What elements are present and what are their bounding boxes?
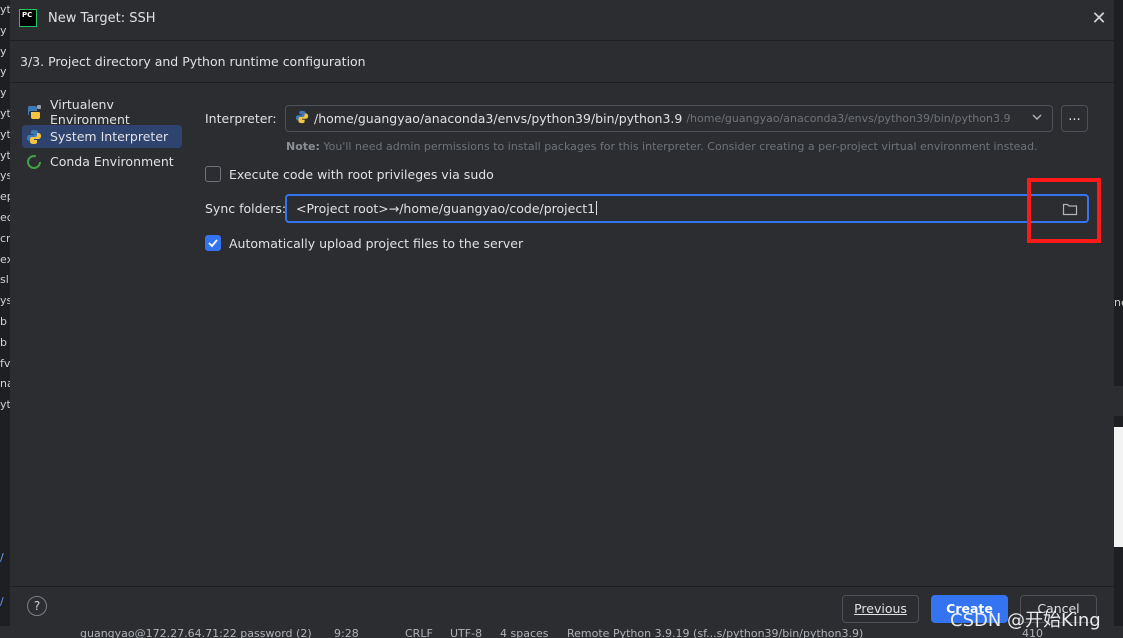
- divider: [10, 82, 1114, 83]
- chevron-down-icon: [1032, 112, 1042, 125]
- status-interpreter[interactable]: Remote Python 3.9.19 (sf...s/python39/bi…: [567, 627, 863, 638]
- background-code-fragment: b: [0, 335, 7, 349]
- highlight-annotation-box: [1027, 178, 1101, 243]
- background-code-fragment: yt: [0, 398, 10, 412]
- sidebar-item-label: System Interpreter: [50, 129, 169, 144]
- status-connection[interactable]: guangyao@172.27.64.71:22 password (2): [80, 627, 312, 638]
- background-panel: [1114, 427, 1123, 547]
- close-icon[interactable]: ✕: [1089, 9, 1109, 29]
- background-code-fragment: yt: [0, 148, 10, 162]
- background-code-fragment: fv: [0, 356, 10, 370]
- background-code-fragment: sl: [0, 273, 9, 287]
- background-code-fragment: yt: [0, 127, 10, 141]
- background-code-fragment: ys: [0, 169, 10, 183]
- background-code-fragment: ec: [0, 210, 10, 224]
- background-code-fragment: cr: [0, 231, 10, 245]
- background-code-fragment: ep: [0, 190, 10, 204]
- background-code-fragment: ys: [0, 294, 10, 308]
- previous-button[interactable]: Previous: [842, 595, 919, 623]
- dialog-titlebar: PC New Target: SSH ✕: [10, 0, 1114, 40]
- status-line-separator[interactable]: CRLF: [405, 627, 433, 638]
- conda-icon: [26, 154, 42, 170]
- previous-button-label: Previous: [854, 601, 907, 616]
- python-icon: [26, 129, 42, 145]
- background-code-fragment: y: [0, 65, 7, 79]
- python-icon: [295, 110, 309, 128]
- pycharm-logo-icon: PC: [19, 9, 37, 27]
- sync-folders-value: <Project root>→/home/guangyao/code/proje…: [296, 201, 598, 216]
- background-code-fragment: na: [0, 377, 10, 391]
- background-code-fragment: b: [0, 314, 7, 328]
- new-target-dialog: PC New Target: SSH ✕ 3/3. Project direct…: [10, 0, 1114, 638]
- background-panel: [1114, 386, 1123, 416]
- background-code-fragment: y: [0, 86, 7, 100]
- sudo-checkbox[interactable]: [205, 166, 221, 182]
- sync-folders-field[interactable]: <Project root>→/home/guangyao/code/proje…: [285, 194, 1089, 223]
- divider: [10, 40, 1114, 41]
- help-button[interactable]: ?: [27, 596, 47, 616]
- interpreter-label: Interpreter:: [205, 111, 277, 126]
- virtualenv-icon: [26, 104, 42, 120]
- text-caret: [596, 201, 598, 215]
- sidebar-item-label: Virtualenv Environment: [50, 96, 130, 127]
- background-link-fragment: /: [0, 595, 4, 608]
- sidebar-item-conda[interactable]: Conda Environment: [22, 150, 182, 173]
- note-prefix: Note:: [286, 140, 320, 153]
- background-code-fragment: y: [0, 44, 7, 58]
- divider: [10, 586, 1114, 587]
- step-header: 3/3. Project directory and Python runtim…: [20, 54, 366, 69]
- interpreter-path-hint: /home/guangyao/anaconda3/envs/python39/b…: [686, 112, 1011, 125]
- background-code-fragment: ex: [0, 252, 10, 266]
- admin-note: Note: You'll need admin permissions to i…: [286, 140, 1038, 153]
- auto-upload-label: Automatically upload project files to th…: [229, 236, 524, 251]
- sync-folders-label: Sync folders:: [205, 201, 287, 216]
- sidebar-item-system-interpreter[interactable]: System Interpreter: [22, 125, 182, 148]
- background-editor-left: ytyyyyytytytysepeccrexslysbbfvnayt //: [0, 0, 10, 638]
- interpreter-select[interactable]: /home/guangyao/anaconda3/envs/python39/b…: [285, 105, 1053, 132]
- background-code-fragment: yt: [0, 106, 10, 120]
- note-text: You'll need admin permissions to install…: [323, 140, 1038, 153]
- sidebar-item-label: Conda Environment: [50, 154, 174, 169]
- status-indent[interactable]: 4 spaces: [500, 627, 549, 638]
- sidebar-item-virtualenv[interactable]: Virtualenv Environment: [22, 97, 182, 127]
- status-position[interactable]: 9:28: [334, 627, 359, 638]
- status-encoding[interactable]: UTF-8: [450, 627, 482, 638]
- csdn-watermark: CSDN @开始King: [950, 610, 1101, 631]
- background-link-fragment: /: [0, 551, 4, 564]
- background-code-fragment: y: [0, 23, 7, 37]
- browse-interpreter-button[interactable]: ...: [1061, 105, 1088, 132]
- sudo-label: Execute code with root privileges via su…: [229, 167, 494, 182]
- auto-upload-checkbox[interactable]: [205, 235, 221, 251]
- sync-folders-text: <Project root>→/home/guangyao/code/proje…: [296, 201, 596, 216]
- background-fragment: ne: [1114, 296, 1123, 309]
- background-code-fragment: yt: [0, 3, 10, 16]
- background-editor-right: ne: [1114, 0, 1123, 638]
- dialog-title: New Target: SSH: [48, 11, 156, 26]
- interpreter-value: /home/guangyao/anaconda3/envs/python39/b…: [314, 111, 683, 126]
